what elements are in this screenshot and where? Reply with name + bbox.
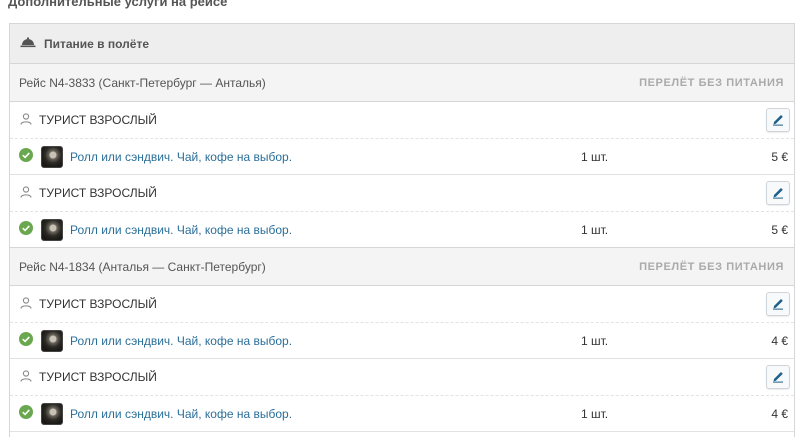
flight-status: ПЕРЕЛЁТ БЕЗ ПИТАНИЯ [639, 260, 784, 273]
passenger-row: ТУРИСТ ВЗРОСЛЫЙ [10, 102, 794, 139]
passenger-label: ТУРИСТ ВЗРОСЛЫЙ [39, 297, 157, 311]
meal-row: Ролл или сэндвич. Чай, кофе на выбор. 1 … [10, 323, 794, 359]
panel-header-label: Питание в полёте [44, 36, 150, 51]
meal-row: Ролл или сэндвич. Чай, кофе на выбор. 1 … [10, 139, 794, 175]
meal-name[interactable]: Ролл или сэндвич. Чай, кофе на выбор. [70, 223, 581, 237]
meal-name[interactable]: Ролл или сэндвич. Чай, кофе на выбор. [70, 407, 581, 421]
edit-button[interactable] [766, 108, 790, 132]
cloche-icon [20, 36, 36, 51]
meal-price: 4 € [771, 406, 788, 421]
meal-thumbnail [41, 218, 63, 241]
flight-row: Рейс N4-3833 (Санкт-Петербург — Анталья)… [10, 64, 794, 102]
passenger-label: ТУРИСТ ВЗРОСЛЫЙ [39, 113, 157, 127]
meal-quantity: 1 шт. [581, 333, 609, 348]
check-circle-icon [19, 148, 33, 165]
edit-button[interactable] [766, 365, 790, 389]
meal-price: 5 € [771, 222, 788, 237]
meal-price: 4 € [771, 333, 788, 348]
passenger-row: ТУРИСТ ВЗРОСЛЫЙ [10, 286, 794, 323]
check-circle-icon [19, 221, 33, 238]
meal-price: 5 € [771, 149, 788, 164]
meal-row: Ролл или сэндвич. Чай, кофе на выбор. 1 … [10, 396, 794, 432]
edit-button[interactable] [766, 292, 790, 316]
flight-status: ПЕРЕЛЁТ БЕЗ ПИТАНИЯ [639, 76, 784, 89]
section-title: Дополнительные услуги на рейсе [8, 0, 228, 9]
pencil-icon [771, 112, 785, 129]
pencil-icon [771, 296, 785, 313]
meal-thumbnail [41, 402, 63, 425]
passenger-row: ТУРИСТ ВЗРОСЛЫЙ [10, 175, 794, 212]
meal-quantity: 1 шт. [581, 406, 609, 421]
person-icon [19, 112, 33, 129]
passenger-label: ТУРИСТ ВЗРОСЛЫЙ [39, 370, 157, 384]
person-icon [19, 369, 33, 386]
pencil-icon [771, 185, 785, 202]
panel-header: Питание в полёте [10, 24, 794, 64]
passenger-label: ТУРИСТ ВЗРОСЛЫЙ [39, 186, 157, 200]
meal-thumbnail [41, 329, 63, 352]
person-icon [19, 296, 33, 313]
meal-quantity: 1 шт. [581, 222, 609, 237]
meal-name[interactable]: Ролл или сэндвич. Чай, кофе на выбор. [70, 150, 581, 164]
passenger-row: ТУРИСТ ВЗРОСЛЫЙ [10, 359, 794, 396]
meal-quantity: 1 шт. [581, 149, 609, 164]
flight-name: Рейс N4-1834 (Анталья — Санкт-Петербург) [19, 259, 266, 274]
flight-row: Рейс N4-1834 (Анталья — Санкт-Петербург)… [10, 248, 794, 286]
person-icon [19, 185, 33, 202]
meals-panel: Питание в полёте Рейс N4-3833 (Санкт-Пет… [9, 23, 795, 437]
pencil-icon [771, 369, 785, 386]
meal-thumbnail [41, 145, 63, 168]
check-circle-icon [19, 405, 33, 422]
meal-name[interactable]: Ролл или сэндвич. Чай, кофе на выбор. [70, 334, 581, 348]
flight-name: Рейс N4-3833 (Санкт-Петербург — Анталья) [19, 75, 266, 90]
edit-button[interactable] [766, 181, 790, 205]
check-circle-icon [19, 332, 33, 349]
meal-row: Ролл или сэндвич. Чай, кофе на выбор. 1 … [10, 212, 794, 248]
